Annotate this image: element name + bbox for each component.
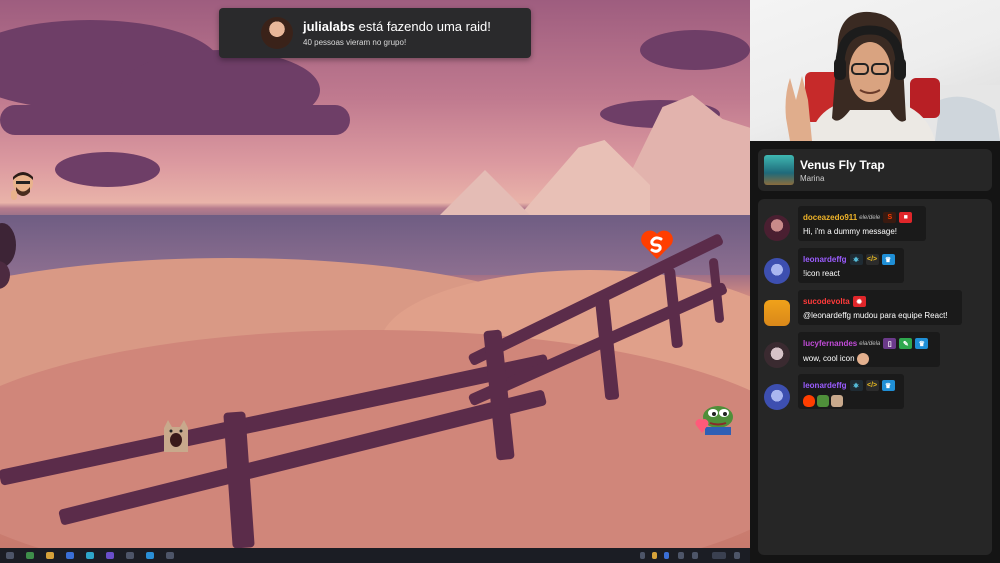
chat-emotes	[803, 395, 899, 407]
svelte-icon: S	[883, 212, 897, 223]
chat-bubble: sucodevolta ✹ @leonardeffg mudou para eq…	[798, 290, 962, 325]
chat-username[interactable]: lucyfernandes	[803, 339, 857, 348]
svelte-heart-icon	[640, 228, 674, 260]
chat-pronoun: ela/dela	[859, 340, 881, 347]
chat-text: wow, cool icon	[803, 353, 935, 365]
crown-icon: ♛	[881, 254, 895, 265]
taskbar-app-icon[interactable]	[106, 552, 114, 559]
chat-text-body: wow, cool icon	[803, 354, 855, 364]
dark-bush-icon	[0, 220, 22, 290]
tray-icon[interactable]	[692, 552, 698, 559]
react-icon: ⚛	[849, 380, 863, 391]
raid-title-suffix: está fazendo uma raid!	[358, 19, 491, 34]
camera-icon: ■	[899, 212, 913, 223]
chat-username[interactable]: doceazedo911	[803, 213, 857, 222]
chat-avatar	[764, 384, 790, 410]
taskbar-app-icon[interactable]	[86, 552, 94, 559]
start-icon[interactable]	[6, 552, 14, 559]
pencil-icon: ✎	[899, 338, 913, 349]
cloud	[55, 152, 160, 187]
chat-bubble: lucyfernandes ela/dela ▯ ✎ ♛ wow, cool i…	[798, 332, 940, 367]
chat-avatar	[764, 342, 790, 368]
mountain	[440, 170, 530, 215]
taskbar	[0, 548, 750, 563]
streamer-sticker-icon	[10, 170, 36, 202]
raid-title: julialabs está fazendo uma raid!	[303, 19, 491, 34]
chat-username[interactable]: leonardeffg	[803, 255, 847, 264]
gear-icon: ✹	[852, 296, 866, 307]
raid-notification: julialabs está fazendo uma raid! 40 pess…	[219, 8, 531, 58]
taskbar-app-icon[interactable]	[166, 552, 174, 559]
tray-icon[interactable]	[652, 552, 657, 559]
taskbar-app-icon[interactable]	[146, 552, 154, 559]
tray-icon[interactable]	[640, 552, 645, 559]
code-icon: </>	[865, 380, 879, 391]
chat-avatar	[764, 215, 790, 241]
raider-name: julialabs	[303, 19, 356, 34]
song-title: Venus Fly Trap	[800, 158, 885, 172]
tray-icon[interactable]	[664, 552, 669, 559]
cloud	[640, 30, 750, 70]
album-cover	[764, 155, 794, 185]
now-playing-card: Venus Fly Trap Marina	[758, 149, 992, 191]
hand-emote-icon	[856, 353, 869, 365]
book-icon: ▯	[883, 338, 897, 349]
mountain	[520, 140, 650, 215]
pepe-love-icon	[695, 403, 735, 435]
crown-icon: ♛	[915, 338, 929, 349]
chat-text: @leonardeffg mudou para equipe React!	[803, 311, 948, 320]
song-artist: Marina	[800, 174, 825, 183]
chat-avatar	[764, 300, 790, 326]
code-icon: </>	[865, 254, 879, 265]
taskbar-app-icon[interactable]	[26, 552, 34, 559]
tray-icon[interactable]	[678, 552, 684, 559]
stream-scene	[0, 0, 750, 548]
taskbar-app-icon[interactable]	[46, 552, 54, 559]
clock-area[interactable]	[712, 552, 726, 559]
chat-username[interactable]: sucodevolta	[803, 297, 850, 306]
chat-bubble: doceazedo911 ele/dele S ■ Hi, i'm a dumm…	[798, 206, 926, 241]
chat-text: Hi, i'm a dummy message!	[803, 227, 897, 236]
chat-pronoun: ele/dele	[859, 214, 881, 221]
crown-icon: ♛	[881, 380, 895, 391]
raid-subtitle: 40 pessoas vieram no grupo!	[303, 38, 407, 47]
notification-icon[interactable]	[734, 552, 740, 559]
chat-avatar	[764, 258, 790, 284]
cloud	[0, 105, 350, 135]
taskbar-app-icon[interactable]	[126, 552, 134, 559]
svelte-heart-emote-icon	[803, 395, 815, 407]
raider-avatar	[261, 17, 293, 49]
chat-bubble: leonardeffg ⚛ </> ♛ !icon react	[798, 248, 904, 283]
screaming-cat-icon	[160, 418, 192, 452]
chat-username[interactable]: leonardeffg	[803, 381, 847, 390]
pepe-emote-icon	[817, 395, 829, 407]
webcam-feed	[750, 0, 1000, 141]
chat-text: !icon react	[803, 269, 840, 278]
chat-panel: doceazedo911 ele/dele S ■ Hi, i'm a dumm…	[758, 199, 992, 555]
react-icon: ⚛	[849, 254, 863, 265]
chat-bubble: leonardeffg ⚛ </> ♛	[798, 374, 904, 409]
taskbar-app-icon[interactable]	[66, 552, 74, 559]
cat-emote-icon	[831, 395, 843, 407]
